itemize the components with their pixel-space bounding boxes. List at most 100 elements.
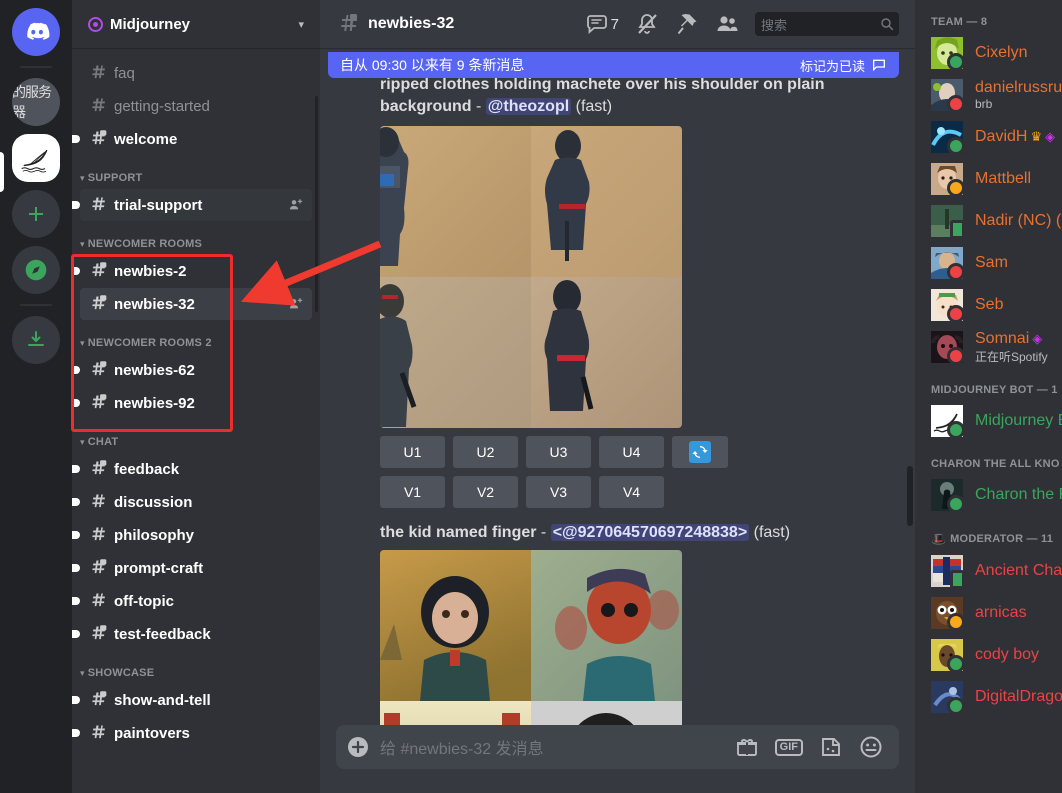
composer-input-wrap[interactable]: 给 #newbies-32 发消息 GIF xyxy=(336,725,899,769)
chevron-down-icon: ▾ xyxy=(80,437,85,448)
channel-category-newcomer-rooms-2[interactable]: ▾NEWCOMER ROOMS 2 xyxy=(72,321,320,353)
member-item[interactable]: Midjourney B xyxy=(923,400,1054,442)
member-name: Nadir (NC) ( xyxy=(975,212,1061,230)
member-list[interactable]: TEAM — 8CixelyndanielrussrusbrbDavidH♛◈M… xyxy=(915,0,1062,793)
member-item[interactable]: DigitalDrago xyxy=(923,676,1054,718)
upscale-button-u1[interactable]: U1 xyxy=(380,436,445,468)
message-scroller[interactable]: 自从 09:30 以来有 9 条新消息 标记为已读 33e2d4f4399d70… xyxy=(320,48,915,725)
member-item[interactable]: Sam xyxy=(923,242,1054,284)
sidebar-channel-paintovers[interactable]: paintovers xyxy=(80,717,312,749)
pin-icon[interactable] xyxy=(675,12,699,36)
generated-image-2[interactable] xyxy=(531,126,682,277)
sidebar-channel-newbies-32[interactable]: newbies-32 xyxy=(80,288,312,320)
variation-button-v3[interactable]: V3 xyxy=(526,476,591,508)
sidebar-channel-welcome[interactable]: welcome xyxy=(80,123,312,155)
threads-icon[interactable]: 7 xyxy=(585,12,619,36)
message-2-image-grid[interactable] xyxy=(380,550,682,725)
member-item[interactable]: Nadir (NC) ( xyxy=(923,200,1054,242)
category-label: SUPPORT xyxy=(88,172,143,184)
server-icon-my-server[interactable]: 的服务器 xyxy=(12,78,60,126)
avatar xyxy=(931,37,963,69)
variation-button-v4[interactable]: V4 xyxy=(599,476,664,508)
gif-icon[interactable]: GIF xyxy=(775,739,803,756)
mark-as-read-button[interactable]: 标记为已读 xyxy=(800,56,887,75)
member-text: Ancient Chao xyxy=(975,562,1046,580)
channel-list[interactable]: faqgetting-startedwelcome▾SUPPORTtrial-s… xyxy=(72,48,320,793)
category-label: CHAT xyxy=(88,436,119,448)
generated-image-6[interactable] xyxy=(531,550,682,701)
attach-file-button[interactable] xyxy=(336,725,380,769)
member-item[interactable]: Seb xyxy=(923,284,1054,326)
upscale-button-u4[interactable]: U4 xyxy=(599,436,664,468)
server-icon-midjourney[interactable] xyxy=(12,134,60,182)
sidebar-channel-newbies-2[interactable]: newbies-2 xyxy=(80,255,312,287)
message-1-mention[interactable]: @theozopl xyxy=(486,98,571,115)
sidebar-channel-newbies-62[interactable]: newbies-62 xyxy=(80,354,312,386)
new-messages-banner[interactable]: 自从 09:30 以来有 9 条新消息 标记为已读 xyxy=(328,52,899,78)
member-group-title: CHARON THE ALL KNO xyxy=(915,442,1062,474)
create-invite-icon[interactable] xyxy=(288,197,304,213)
sidebar-channel-prompt-craft[interactable]: prompt-craft xyxy=(80,552,312,584)
sidebar-channel-discussion[interactable]: discussion xyxy=(80,486,312,518)
upscale-button-u2[interactable]: U2 xyxy=(453,436,518,468)
sidebar-channel-newbies-92[interactable]: newbies-92 xyxy=(80,387,312,419)
generated-image-5[interactable] xyxy=(380,550,531,701)
upscale-button-u3[interactable]: U3 xyxy=(526,436,591,468)
channel-category-showcase[interactable]: ▾SHOWCASE xyxy=(72,651,320,683)
message-scrollbar[interactable] xyxy=(907,466,913,526)
reroll-button[interactable] xyxy=(672,436,728,468)
message-1-image-grid[interactable] xyxy=(380,126,682,428)
message-2-mention[interactable]: <@927064570697248838> xyxy=(551,524,749,541)
member-item[interactable]: cody boy xyxy=(923,634,1054,676)
search-box[interactable]: 搜索 xyxy=(755,12,899,36)
channel-category-support[interactable]: ▾SUPPORT xyxy=(72,156,320,188)
server-icon-home[interactable] xyxy=(12,8,60,56)
member-item[interactable]: DavidH♛◈ xyxy=(923,116,1054,158)
members-icon[interactable] xyxy=(715,12,739,36)
message-2-speed: (fast) xyxy=(754,524,790,541)
generated-image-1[interactable] xyxy=(380,126,531,277)
member-item[interactable]: Charon the Fa xyxy=(923,474,1054,516)
member-item[interactable]: arnicas xyxy=(923,592,1054,634)
sidebar-channel-show-and-tell[interactable]: show-and-tell xyxy=(80,684,312,716)
sidebar-channel-off-topic[interactable]: off-topic xyxy=(80,585,312,617)
message-input[interactable]: 给 #newbies-32 发消息 xyxy=(380,735,735,759)
create-invite-icon[interactable] xyxy=(288,296,304,312)
sidebar-channel-test-feedback[interactable]: test-feedback xyxy=(80,618,312,650)
emoji-icon[interactable] xyxy=(859,735,883,759)
channel-category-newcomer-rooms[interactable]: ▾NEWCOMER ROOMS xyxy=(72,222,320,254)
generated-image-3[interactable] xyxy=(380,277,531,428)
hash-thread-icon xyxy=(88,624,108,644)
sidebar-channel-getting-started[interactable]: getting-started xyxy=(80,90,312,122)
generated-image-8[interactable] xyxy=(531,701,682,725)
sidebar-channel-philosophy[interactable]: philosophy xyxy=(80,519,312,551)
member-item[interactable]: Ancient Chao xyxy=(923,550,1054,592)
search-input[interactable]: 搜索 xyxy=(761,15,879,34)
generated-image-4[interactable] xyxy=(531,277,682,428)
variation-button-v1[interactable]: V1 xyxy=(380,476,445,508)
sticker-icon[interactable] xyxy=(819,735,843,759)
download-apps-button[interactable] xyxy=(12,316,60,364)
sidebar-channel-faq[interactable]: faq xyxy=(80,57,312,89)
member-item[interactable]: Cixelyn xyxy=(923,32,1054,74)
variation-button-v2[interactable]: V2 xyxy=(453,476,518,508)
generated-image-7[interactable] xyxy=(380,701,531,725)
add-server-button[interactable] xyxy=(12,190,60,238)
member-item[interactable]: Somnai◈正在听Spotify xyxy=(923,326,1054,368)
category-label: SHOWCASE xyxy=(88,667,155,679)
active-server-pill xyxy=(0,152,4,192)
chevron-down-icon: ▾ xyxy=(298,18,304,31)
explore-servers-button[interactable] xyxy=(12,246,60,294)
guild-header[interactable]: Midjourney ▾ xyxy=(72,0,320,48)
member-text: DigitalDrago xyxy=(975,688,1046,706)
sidebar-channel-feedback[interactable]: feedback xyxy=(80,453,312,485)
gift-icon[interactable] xyxy=(735,735,759,759)
download-icon xyxy=(24,328,48,352)
sidebar-scrollbar[interactable] xyxy=(315,96,318,312)
member-item[interactable]: danielrussrusbrb xyxy=(923,74,1054,116)
sidebar-channel-trial-support[interactable]: trial-support xyxy=(80,189,312,221)
member-item[interactable]: Mattbell xyxy=(923,158,1054,200)
channel-category-chat[interactable]: ▾CHAT xyxy=(72,420,320,452)
status-indicator-idle xyxy=(947,613,965,631)
bell-off-icon[interactable] xyxy=(635,12,659,36)
